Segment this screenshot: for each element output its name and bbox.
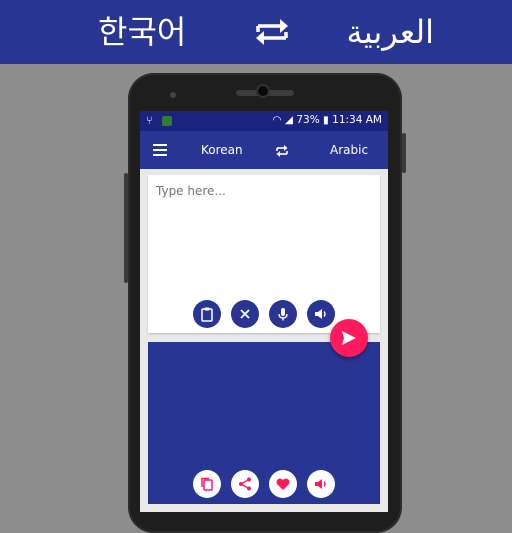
voice-input-button[interactable]	[269, 300, 297, 328]
battery-icon: ▮	[323, 114, 329, 126]
close-icon	[240, 309, 250, 319]
signal-icon: ◢	[284, 114, 293, 126]
copy-button[interactable]	[193, 470, 221, 498]
volume-icon	[315, 479, 326, 489]
swap-icon	[252, 14, 292, 50]
clock: 11:34 AM	[332, 114, 382, 126]
copy-icon	[201, 477, 213, 491]
speak-output-button[interactable]	[307, 470, 335, 498]
menu-icon[interactable]	[153, 144, 167, 156]
share-button[interactable]	[231, 470, 259, 498]
wifi-icon: ◠	[272, 114, 282, 126]
banner-target-language: العربية	[346, 13, 434, 51]
status-bar: ⑂ ◠ ◢ 73% ▮ 11:34 AM	[140, 111, 388, 131]
translate-button[interactable]	[330, 319, 368, 357]
phone-screen: ⑂ ◠ ◢ 73% ▮ 11:34 AM Korean Arabic	[140, 111, 388, 512]
target-language-selector[interactable]: Arabic	[330, 143, 368, 157]
input-card	[148, 175, 380, 333]
sensor-dot	[170, 92, 176, 98]
swap-languages-icon[interactable]	[275, 143, 289, 157]
clipboard-icon	[201, 307, 213, 322]
heart-icon	[276, 478, 290, 490]
top-banner: 한국어 العربية	[0, 0, 512, 64]
front-camera	[256, 84, 270, 98]
output-card	[148, 342, 380, 504]
paste-button[interactable]	[193, 300, 221, 328]
share-icon	[239, 477, 251, 491]
app-notification-icon	[162, 116, 173, 126]
microphone-icon	[278, 308, 288, 321]
status-right: ◠ ◢ 73% ▮ 11:34 AM	[272, 114, 382, 126]
status-left-icons: ⑂	[146, 114, 173, 127]
clear-button[interactable]	[231, 300, 259, 328]
translation-input[interactable]	[154, 183, 368, 199]
usb-icon: ⑂	[146, 114, 153, 127]
battery-percent: 73%	[296, 114, 320, 126]
speak-input-button[interactable]	[307, 300, 335, 328]
source-language-selector[interactable]: Korean	[201, 143, 243, 157]
volume-icon	[315, 309, 326, 319]
volume-rocker	[124, 173, 128, 283]
send-icon	[342, 331, 356, 345]
favorite-button[interactable]	[269, 470, 297, 498]
power-button	[402, 133, 406, 173]
banner-source-language: 한국어	[98, 13, 187, 51]
app-toolbar: Korean Arabic	[140, 131, 388, 169]
